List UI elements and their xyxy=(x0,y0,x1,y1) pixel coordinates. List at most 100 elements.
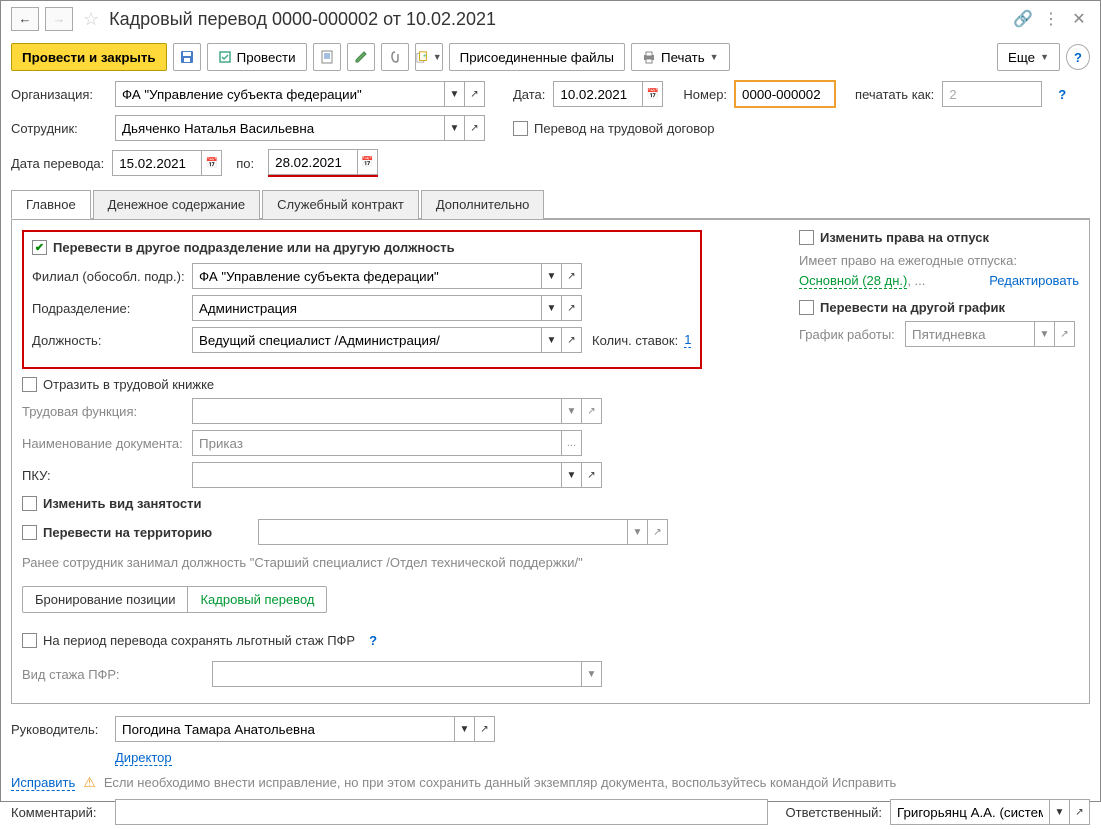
branch-input[interactable] xyxy=(192,263,542,289)
dropdown-icon[interactable]: ▼ xyxy=(445,115,465,141)
print-as-input[interactable] xyxy=(942,81,1042,107)
dropdown-icon[interactable]: ▼ xyxy=(542,263,562,289)
calendar-icon[interactable]: 📅 xyxy=(202,150,222,176)
open-icon[interactable]: ↗ xyxy=(465,115,485,141)
transfer-schedule-label: Перевести на другой график xyxy=(820,300,1005,315)
transfer-other-label: Перевести в другое подразделение или на … xyxy=(53,240,455,255)
doc-name-label: Наименование документа: xyxy=(22,436,192,451)
transfer-territory-checkbox[interactable] xyxy=(22,525,37,540)
open-icon[interactable]: ↗ xyxy=(582,462,602,488)
transfer-other-checkbox[interactable]: ✔ xyxy=(32,240,47,255)
employee-input[interactable] xyxy=(115,115,445,141)
transfer-date-input[interactable] xyxy=(112,150,202,176)
help-icon[interactable]: ? xyxy=(1050,81,1074,107)
change-vacation-checkbox[interactable] xyxy=(799,230,814,245)
date-input[interactable] xyxy=(553,81,643,107)
tab-contract[interactable]: Служебный контракт xyxy=(262,190,419,219)
branch-label: Филиал (обособл. подр.): xyxy=(32,269,192,284)
tab-main[interactable]: Главное xyxy=(11,190,91,219)
pku-input[interactable] xyxy=(192,462,562,488)
dropdown-icon[interactable]: ▼ xyxy=(455,716,475,742)
open-icon[interactable]: ↗ xyxy=(475,716,495,742)
change-vacation-label: Изменить права на отпуск xyxy=(820,230,989,245)
save-button[interactable] xyxy=(173,43,201,71)
territory-input xyxy=(258,519,628,545)
tab-salary[interactable]: Денежное содержание xyxy=(93,190,260,219)
warning-icon: ⚠ xyxy=(83,774,96,791)
department-label: Подразделение: xyxy=(32,301,192,316)
window-title: Кадровый перевод 0000-000002 от 10.02.20… xyxy=(109,9,1006,30)
change-employment-checkbox[interactable] xyxy=(22,496,37,511)
organization-label: Организация: xyxy=(11,87,107,102)
kebab-icon[interactable]: ⋮ xyxy=(1040,9,1062,29)
doc-icon-button[interactable] xyxy=(313,43,341,71)
print-button[interactable]: Печать▼ xyxy=(631,43,730,71)
transfer-territory-label: Перевести на территорию xyxy=(43,525,212,540)
responsible-input[interactable] xyxy=(890,799,1050,825)
dropdown-icon: ▼ xyxy=(628,519,648,545)
dropdown-icon[interactable]: ▼ xyxy=(1050,799,1070,825)
attached-files-button[interactable]: Присоединенные файлы xyxy=(449,43,625,71)
help-icon[interactable]: ? xyxy=(361,627,385,653)
link-icon[interactable]: 🔗 xyxy=(1012,9,1034,29)
more-button[interactable]: Еще▼ xyxy=(997,43,1060,71)
help-icon[interactable]: ? xyxy=(1066,44,1090,70)
booking-tab[interactable]: Бронирование позиции xyxy=(23,587,188,612)
pku-label: ПКУ: xyxy=(22,468,192,483)
workbook-checkbox[interactable] xyxy=(22,377,37,392)
edit-vacation-link[interactable]: Редактировать xyxy=(989,271,1079,291)
workbook-label: Отразить в трудовой книжке xyxy=(43,377,214,392)
create-based-button[interactable]: +▼ xyxy=(415,43,443,71)
edit-icon-button[interactable] xyxy=(347,43,375,71)
manager-position-link[interactable]: Директор xyxy=(115,750,172,766)
doc-name-input xyxy=(192,430,562,456)
to-date-input[interactable] xyxy=(268,149,358,175)
transfer-doc-tab[interactable]: Кадровый перевод xyxy=(188,587,326,612)
pfr-type-input xyxy=(212,661,582,687)
department-input[interactable] xyxy=(192,295,542,321)
dropdown-icon: ▼ xyxy=(1035,321,1055,347)
responsible-label: Ответственный: xyxy=(786,805,882,820)
pfr-checkbox[interactable] xyxy=(22,633,37,648)
nav-forward-button[interactable]: → xyxy=(45,7,73,31)
schedule-input xyxy=(905,321,1035,347)
dropdown-icon: ▼ xyxy=(562,398,582,424)
comment-input[interactable] xyxy=(115,799,768,825)
dropdown-icon[interactable]: ▼ xyxy=(542,327,562,353)
open-icon[interactable]: ↗ xyxy=(465,81,485,107)
favorite-icon[interactable]: ☆ xyxy=(79,9,103,30)
contract-checkbox[interactable] xyxy=(513,121,528,136)
open-icon: ↗ xyxy=(582,398,602,424)
dropdown-icon[interactable]: ▼ xyxy=(542,295,562,321)
open-icon[interactable]: ↗ xyxy=(562,295,582,321)
svg-text:+: + xyxy=(423,53,427,60)
position-input[interactable] xyxy=(192,327,542,353)
calendar-icon[interactable]: 📅 xyxy=(358,149,378,175)
manager-input[interactable] xyxy=(115,716,455,742)
print-as-label: печатать как: xyxy=(855,87,934,102)
vacation-main-link[interactable]: Основной (28 дн.) xyxy=(799,273,907,289)
select-icon: … xyxy=(562,430,582,456)
open-icon[interactable]: ↗ xyxy=(562,263,582,289)
number-input[interactable] xyxy=(735,81,835,107)
open-icon[interactable]: ↗ xyxy=(1070,799,1090,825)
rates-link[interactable]: 1 xyxy=(684,332,691,348)
transfer-schedule-checkbox[interactable] xyxy=(799,300,814,315)
correct-note: Если необходимо внести исправление, но п… xyxy=(104,775,896,790)
post-button[interactable]: Провести xyxy=(207,43,307,71)
change-employment-label: Изменить вид занятости xyxy=(43,496,202,511)
post-and-close-button[interactable]: Провести и закрыть xyxy=(11,43,167,71)
calendar-icon[interactable]: 📅 xyxy=(643,81,663,107)
correct-link[interactable]: Исправить xyxy=(11,775,75,791)
dropdown-icon[interactable]: ▼ xyxy=(445,81,465,107)
nav-back-button[interactable]: ← xyxy=(11,7,39,31)
pfr-label: На период перевода сохранять льготный ст… xyxy=(43,633,355,648)
vacation-note: Имеет право на ежегодные отпуска: xyxy=(799,253,1017,268)
close-icon[interactable]: ✕ xyxy=(1068,9,1090,29)
organization-input[interactable] xyxy=(115,81,445,107)
open-icon[interactable]: ↗ xyxy=(562,327,582,353)
dropdown-icon[interactable]: ▼ xyxy=(562,462,582,488)
tab-additional[interactable]: Дополнительно xyxy=(421,190,545,219)
position-label: Должность: xyxy=(32,333,192,348)
attach-icon-button[interactable] xyxy=(381,43,409,71)
